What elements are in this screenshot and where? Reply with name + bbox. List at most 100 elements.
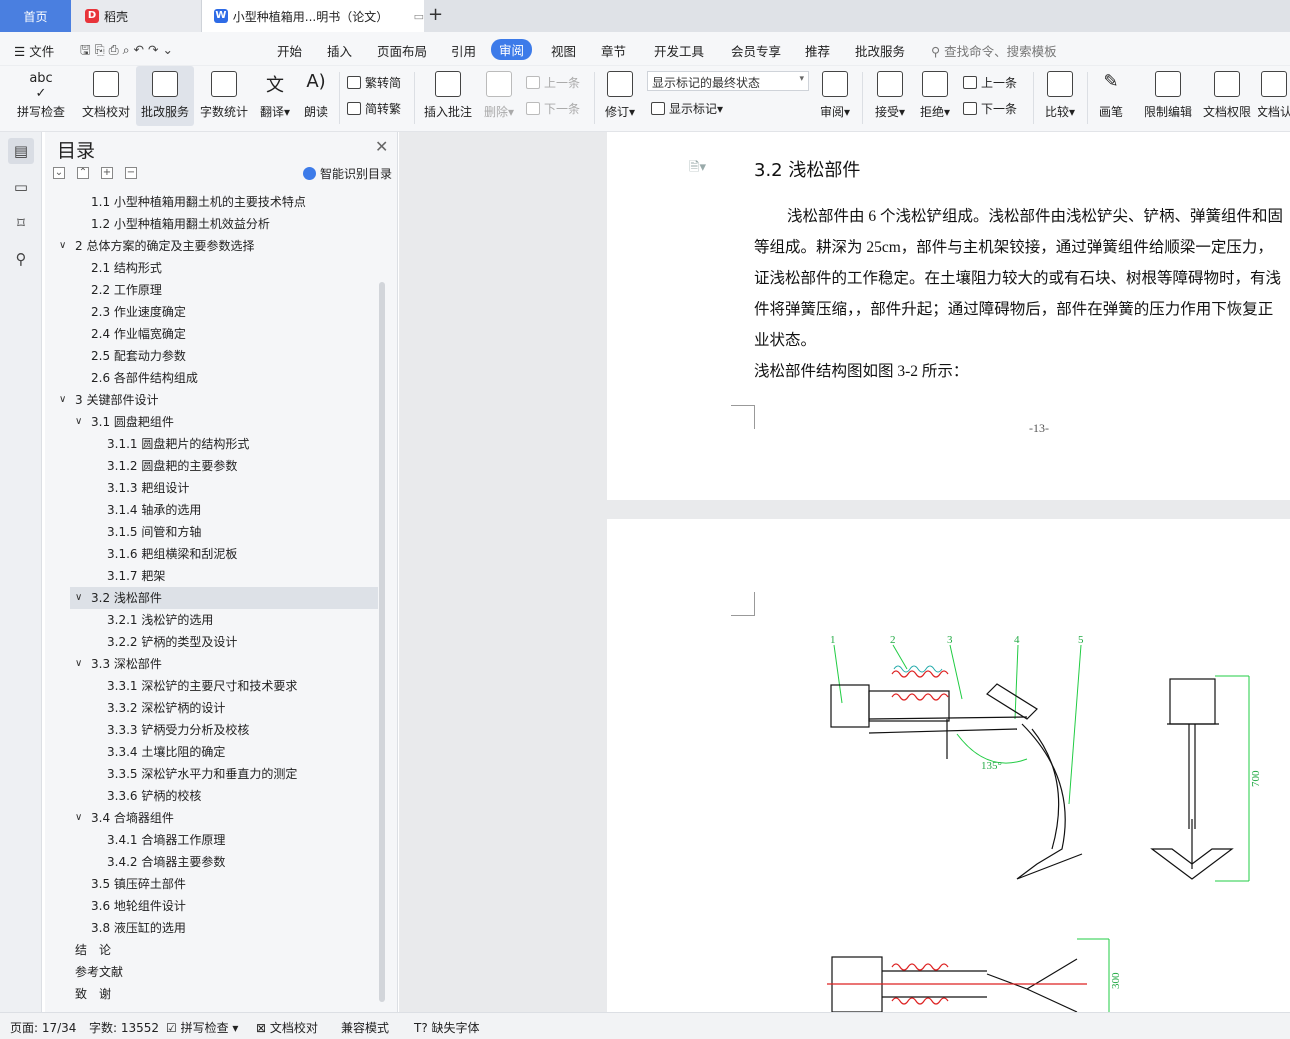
compare-button[interactable]: 比较▾ <box>1040 66 1080 126</box>
chevron-down-icon[interactable]: ∨ <box>75 587 82 609</box>
status-spell-check[interactable]: ☑ 拼写检查 ▾ <box>166 1019 238 1036</box>
toc-item[interactable]: 3.4.2 合墒器主要参数 <box>45 851 377 873</box>
toc-item[interactable]: ∨ 2 总体方案的确定及主要参数选择 <box>45 235 377 257</box>
chevron-down-icon[interactable]: ∨ <box>75 411 82 433</box>
menu-references[interactable]: 引用 <box>451 41 476 60</box>
menu-recommend[interactable]: 推荐 <box>805 41 830 60</box>
toc-item[interactable]: 结 论 <box>45 939 377 961</box>
toc-scrollbar[interactable] <box>379 282 385 1002</box>
menu-insert[interactable]: 插入 <box>327 41 352 60</box>
status-doc-proof[interactable]: ⊠ 文档校对 <box>256 1019 318 1036</box>
toc-item[interactable]: 3.4.1 合墒器工作原理 <box>45 829 377 851</box>
toc-item[interactable]: 2.2 工作原理 <box>45 279 377 301</box>
menu-correct-service[interactable]: 批改服务 <box>855 41 905 60</box>
toc-item[interactable]: 3.1.6 耙组横梁和刮泥板 <box>45 543 377 565</box>
delete-comment-button[interactable]: 删除▾ <box>479 66 519 126</box>
toc-item[interactable]: 3.3.5 深松铲水平力和垂直力的测定 <box>45 763 377 785</box>
restrict-edit-button[interactable]: 限制编辑 <box>1140 66 1196 126</box>
add-heading-icon[interactable]: + <box>101 167 113 179</box>
chevron-down-icon[interactable]: ∨ <box>75 653 82 675</box>
toc-item[interactable]: 1.1 小型种植箱用翻土机的主要技术特点 <box>45 191 377 213</box>
smart-toc-button[interactable]: 智能识别目录 <box>303 165 392 182</box>
search-icon[interactable]: ⚲ <box>8 246 34 272</box>
close-icon[interactable]: ✕ <box>375 137 388 156</box>
prev-comment-button[interactable]: 上一条 <box>526 74 580 91</box>
next-comment-button[interactable]: 下一条 <box>526 100 580 117</box>
accept-button[interactable]: 接受▾ <box>870 66 910 126</box>
simp-to-trad-button[interactable]: 简转繁 <box>347 100 401 117</box>
toc-item[interactable]: ∨ 3.2 浅松部件 <box>70 587 378 609</box>
toc-item[interactable]: 参考文献 <box>45 961 377 983</box>
new-tab-button[interactable]: + <box>428 4 443 25</box>
doc-verify-button[interactable]: 文档认 <box>1258 66 1290 126</box>
outline-pane-icon[interactable]: ▭ <box>8 174 34 200</box>
toc-item[interactable]: 3.1.4 轴承的选用 <box>45 499 377 521</box>
toc-item[interactable]: 2.3 作业速度确定 <box>45 301 377 323</box>
menu-member[interactable]: 会员专享 <box>731 41 781 60</box>
toc-item[interactable]: 2.6 各部件结构组成 <box>45 367 377 389</box>
document-canvas[interactable]: 🗎▾ 3.2 浅松部件 浅松部件由 6 个浅松铲组成。浅松部件由浅松铲尖、铲柄、… <box>399 132 1290 1012</box>
toc-item[interactable]: 2.1 结构形式 <box>45 257 377 279</box>
tab-document[interactable]: W 小型种植箱用...明书（论文） ▭ <box>202 0 424 32</box>
tab-daoke[interactable]: D 稻壳 <box>71 0 202 32</box>
file-menu[interactable]: ☰ 文件 <box>14 41 54 60</box>
toc-item[interactable]: 3.8 液压缸的选用 <box>45 917 377 939</box>
markup-state-select[interactable]: 显示标记的最终状态 ▾ <box>647 71 809 91</box>
translate-button[interactable]: 文翻译▾ <box>255 66 295 126</box>
toc-item[interactable]: 3.1.7 耙架 <box>45 565 377 587</box>
toc-item[interactable]: 3.2.1 浅松铲的选用 <box>45 609 377 631</box>
toc-item[interactable]: 2.4 作业幅宽确定 <box>45 323 377 345</box>
bookmark-icon[interactable]: ⌑ <box>8 210 34 236</box>
toc-item[interactable]: 2.5 配套动力参数 <box>45 345 377 367</box>
toc-item[interactable]: 3.1.2 圆盘耙的主要参数 <box>45 455 377 477</box>
chevron-down-icon[interactable]: ∨ <box>59 235 66 257</box>
toc-item[interactable]: 3.3.4 土壤比阻的确定 <box>45 741 377 763</box>
toc-item[interactable]: 3.1.3 耙组设计 <box>45 477 377 499</box>
tab-pin-icon[interactable]: ▭ <box>414 10 424 23</box>
read-aloud-button[interactable]: A) 朗读 <box>298 66 334 126</box>
menu-dev-tools[interactable]: 开发工具 <box>654 41 704 60</box>
toc-item[interactable]: 3.3.3 铲柄受力分析及校核 <box>45 719 377 741</box>
toc-item[interactable]: ∨ 3.1 圆盘耙组件 <box>45 411 377 433</box>
quick-access-toolbar[interactable]: 🖫 ⎘ ⎙ ⌕ ↶ ↷ ⌄ <box>80 41 173 62</box>
paragraph-menu-icon[interactable]: 🗎▾ <box>689 158 706 180</box>
track-changes-button[interactable]: 修订▾ <box>600 66 640 126</box>
next-change-button[interactable]: 下一条 <box>963 100 1017 117</box>
doc-proof-button[interactable]: 文档校对 <box>78 66 134 126</box>
toc-item[interactable]: ∨ 3.4 合墒器组件 <box>45 807 377 829</box>
toc-item[interactable]: 1.2 小型种植箱用翻土机效益分析 <box>45 213 377 235</box>
chevron-down-icon[interactable]: ∨ <box>75 807 82 829</box>
toc-item[interactable]: 3.6 地轮组件设计 <box>45 895 377 917</box>
document-page[interactable]: 1 2 3 4 5 135° 700 300 <box>607 519 1290 1012</box>
document-page[interactable]: 🗎▾ 3.2 浅松部件 浅松部件由 6 个浅松铲组成。浅松部件由浅松铲尖、铲柄、… <box>607 132 1290 500</box>
insert-comment-button[interactable]: 插入批注 <box>420 66 476 126</box>
menu-view[interactable]: 视图 <box>551 41 576 60</box>
expand-all-icon[interactable]: ⌄ <box>53 167 65 179</box>
toc-item[interactable]: 致 谢 <box>45 983 377 1005</box>
word-count-button[interactable]: 字数统计 <box>197 66 251 126</box>
menu-start[interactable]: 开始 <box>277 41 302 60</box>
remove-heading-icon[interactable]: − <box>125 167 137 179</box>
correct-service-button[interactable]: 批改服务 <box>136 66 194 126</box>
toc-item[interactable]: 3.2.2 铲柄的类型及设计 <box>45 631 377 653</box>
menu-page-layout[interactable]: 页面布局 <box>377 41 427 60</box>
toc-item[interactable]: ∨ 3.3 深松部件 <box>45 653 377 675</box>
toc-item[interactable]: 3.3.1 深松铲的主要尺寸和技术要求 <box>45 675 377 697</box>
review-pane-button[interactable]: 审阅▾ <box>815 66 855 126</box>
trad-to-simp-button[interactable]: 繁转简 <box>347 74 401 91</box>
pen-button[interactable]: ✎ 画笔 <box>1094 66 1128 126</box>
command-search[interactable]: ⚲ 查找命令、搜索模板 <box>931 41 1057 60</box>
collapse-all-icon[interactable]: ⌃ <box>77 167 89 179</box>
spell-check-button[interactable]: abc ✓ 拼写检查 <box>8 66 74 126</box>
chevron-down-icon[interactable]: ∨ <box>59 389 66 411</box>
toc-item[interactable]: ∨ 3 关键部件设计 <box>45 389 377 411</box>
toc-item[interactable]: 3.3.2 深松铲柄的设计 <box>45 697 377 719</box>
toc-pane-icon[interactable]: ▤ <box>8 138 34 164</box>
missing-font-button[interactable]: T? 缺失字体 <box>414 1019 480 1036</box>
word-count-indicator[interactable]: 字数: 13552 <box>89 1019 159 1036</box>
toc-item[interactable]: 3.1.1 圆盘耙片的结构形式 <box>45 433 377 455</box>
menu-review[interactable]: 审阅 <box>491 39 533 60</box>
menu-chapter[interactable]: 章节 <box>601 41 626 60</box>
show-markup-button[interactable]: 显示标记 ▾ <box>651 100 723 117</box>
toc-item[interactable]: 3.3.6 铲柄的校核 <box>45 785 377 807</box>
